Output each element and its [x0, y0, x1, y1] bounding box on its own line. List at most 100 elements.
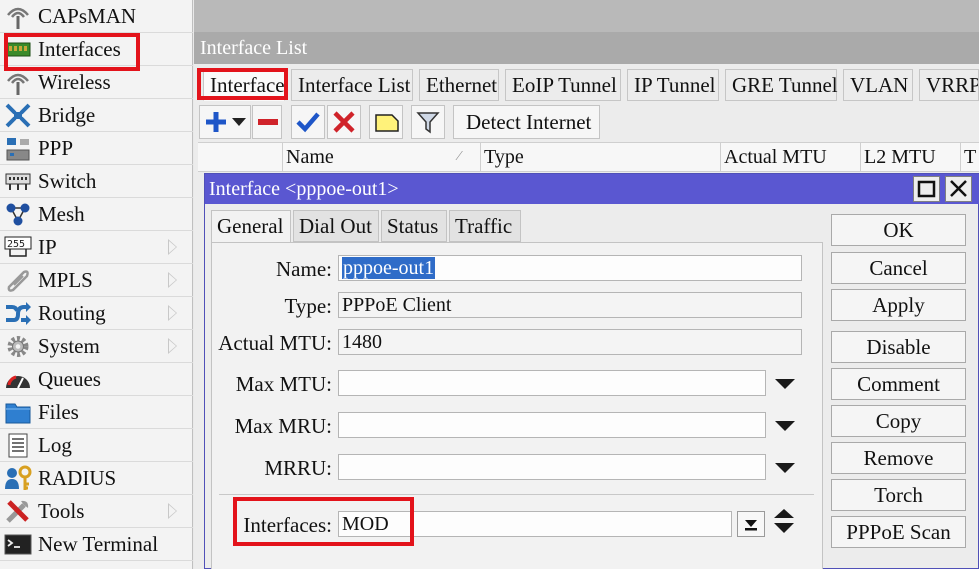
- disable-button[interactable]: Disable: [831, 331, 966, 363]
- tab-vrrp[interactable]: VRRP: [919, 69, 979, 101]
- terminal-icon: [4, 534, 32, 555]
- sidebar-item-mpls[interactable]: MPLS: [0, 264, 193, 297]
- switch-icon: [5, 173, 31, 190]
- sidebar-item-ip[interactable]: 255 IP: [0, 231, 193, 264]
- max-mru-field[interactable]: [338, 412, 766, 438]
- sidebar-item-tools[interactable]: Tools: [0, 495, 193, 528]
- folder-icon: [5, 403, 31, 424]
- disable-button[interactable]: [327, 105, 361, 139]
- interfaces-label: Interfaces:: [243, 513, 332, 537]
- wireless-icon: [7, 73, 29, 95]
- desktop-background: [194, 0, 979, 32]
- filter-button[interactable]: [411, 105, 445, 139]
- tab-traffic[interactable]: Traffic: [449, 210, 521, 242]
- sidebar-item-label: Bridge: [38, 103, 96, 127]
- system-gear-icon: [7, 336, 29, 357]
- tab-ethernet[interactable]: Ethernet: [419, 69, 499, 101]
- maximize-icon: [917, 180, 936, 198]
- name-field[interactable]: pppoe-out1: [338, 255, 802, 281]
- sidebar-item-new-terminal[interactable]: New Terminal: [0, 528, 193, 561]
- max-mru-label: Max MRU:: [234, 414, 332, 438]
- interface-table-header: Name ⁄ Type Actual MTU L2 MTU T: [198, 142, 979, 172]
- mpls-icon: [7, 270, 29, 292]
- sidebar-item-log[interactable]: Log: [0, 429, 193, 462]
- sidebar-item-capsman[interactable]: CAPsMAN: [0, 0, 193, 33]
- section-divider: [219, 494, 814, 495]
- max-mtu-dropdown-icon[interactable]: [775, 379, 795, 389]
- sidebar-item-label: RADIUS: [38, 466, 117, 490]
- sidebar-item-routing[interactable]: Routing: [0, 297, 193, 330]
- general-tab-panel: Name: pppoe-out1 Type: PPPoE Client Actu…: [211, 242, 823, 569]
- disable-x-icon: [333, 111, 355, 133]
- column-header-l2-mtu[interactable]: L2 MTU: [860, 143, 960, 171]
- mrru-dropdown-icon[interactable]: [775, 463, 795, 473]
- sidebar-item-queues[interactable]: Queues: [0, 363, 193, 396]
- svg-text:255: 255: [7, 239, 25, 250]
- max-mtu-field[interactable]: [338, 370, 766, 396]
- apply-button[interactable]: Apply: [831, 289, 966, 321]
- comment-button[interactable]: [369, 105, 403, 139]
- torch-button[interactable]: Torch: [831, 479, 966, 511]
- sidebar-item-label: Files: [38, 400, 79, 424]
- copy-button[interactable]: Copy: [831, 405, 966, 437]
- maximize-button[interactable]: [913, 176, 940, 202]
- sidebar-item-label: CAPsMAN: [38, 4, 137, 28]
- remove-icon: [258, 119, 278, 125]
- cancel-button[interactable]: Cancel: [831, 252, 966, 284]
- interfaces-field[interactable]: MOD: [338, 511, 732, 537]
- add-button[interactable]: [199, 105, 251, 139]
- sidebar-item-label: IP: [38, 235, 57, 259]
- sidebar-item-wireless[interactable]: Wireless: [0, 66, 193, 99]
- mrru-label: MRRU:: [264, 456, 332, 480]
- tab-ip-tunnel[interactable]: IP Tunnel: [627, 69, 719, 101]
- sidebar-item-label: MPLS: [38, 268, 93, 292]
- column-header-t[interactable]: T: [960, 143, 979, 171]
- close-button[interactable]: [945, 176, 972, 202]
- actual-mtu-label: Actual MTU:: [218, 331, 332, 355]
- ppp-icon: [6, 138, 30, 161]
- sidebar-item-mesh[interactable]: Mesh: [0, 198, 193, 231]
- dropdown-arrow-icon: [232, 118, 246, 126]
- tab-gre-tunnel[interactable]: GRE Tunnel: [725, 69, 838, 101]
- max-mru-dropdown-icon[interactable]: [775, 421, 795, 431]
- filter-icon: [416, 112, 440, 134]
- detect-internet-button[interactable]: Detect Internet: [453, 105, 600, 139]
- tab-general[interactable]: General: [211, 210, 291, 243]
- submenu-arrow-icon: [168, 239, 177, 255]
- name-label: Name:: [276, 257, 332, 281]
- remove-button[interactable]: [252, 105, 282, 139]
- tab-status[interactable]: Status: [381, 210, 447, 242]
- pppoe-scan-button[interactable]: PPPoE Scan: [831, 516, 966, 548]
- column-header-type[interactable]: Type: [480, 143, 720, 171]
- enable-button[interactable]: [291, 105, 325, 139]
- submenu-arrow-icon: [168, 305, 177, 321]
- radius-icon: [5, 465, 32, 490]
- sidebar-item-files[interactable]: Files: [0, 396, 193, 429]
- interfaces-dropdown-button[interactable]: [737, 511, 765, 537]
- column-header-actual-mtu[interactable]: Actual MTU: [720, 143, 860, 171]
- sidebar-menu: CAPsMAN Interfaces Wireless Bridge PPP S…: [0, 0, 193, 569]
- ok-button[interactable]: OK: [831, 214, 966, 246]
- interface-list-title: Interface List: [194, 32, 979, 64]
- sidebar-item-interfaces[interactable]: Interfaces: [0, 33, 193, 66]
- interfaces-updown-icon[interactable]: [773, 507, 795, 535]
- type-field: PPPoE Client: [338, 292, 802, 318]
- mrru-field[interactable]: [338, 454, 766, 480]
- sidebar-item-radius[interactable]: RADIUS: [0, 462, 193, 495]
- comment-button[interactable]: Comment: [831, 368, 966, 400]
- interface-dialog: Interface <pppoe-out1> General Dial Out …: [204, 173, 979, 569]
- sidebar-item-switch[interactable]: Switch: [0, 165, 193, 198]
- tab-interface-list[interactable]: Interface List: [291, 69, 413, 101]
- add-icon: [206, 112, 226, 132]
- tab-interface[interactable]: Interface: [203, 69, 285, 101]
- log-icon: [8, 433, 28, 458]
- column-header-name[interactable]: Name ⁄: [282, 143, 480, 171]
- queues-icon: [6, 375, 30, 389]
- sidebar-item-system[interactable]: System: [0, 330, 193, 363]
- tab-vlan[interactable]: VLAN: [843, 69, 913, 101]
- tab-eoip-tunnel[interactable]: EoIP Tunnel: [505, 69, 621, 101]
- sidebar-item-ppp[interactable]: PPP: [0, 132, 193, 165]
- tab-dial-out[interactable]: Dial Out: [293, 210, 379, 242]
- sidebar-item-bridge[interactable]: Bridge: [0, 99, 193, 132]
- remove-button[interactable]: Remove: [831, 442, 966, 474]
